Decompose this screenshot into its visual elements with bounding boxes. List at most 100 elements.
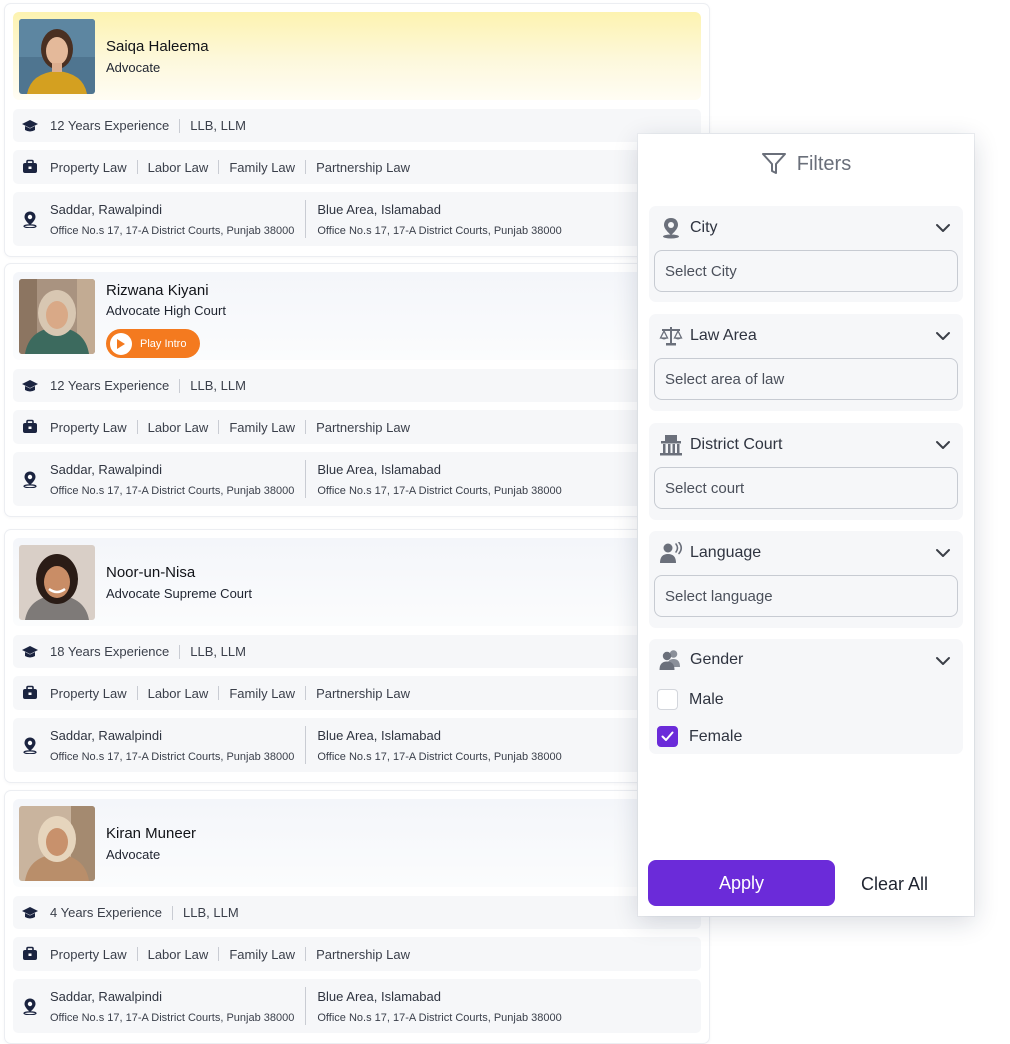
courthouse-icon (659, 433, 683, 457)
graduation-cap-icon (21, 117, 39, 135)
law-area: Family Law (229, 159, 296, 175)
law-area-select[interactable]: Select area of law (654, 358, 958, 400)
language-filter-label: Language (690, 544, 762, 561)
language-select[interactable]: Select language (654, 575, 958, 617)
male-checkbox[interactable] (657, 689, 678, 710)
district-court-filter-header[interactable]: District Court (649, 423, 963, 467)
office-location: Saddar, Rawalpindi Office No.s 17, 17-A D… (50, 728, 294, 763)
office-address: Office No.s 17, 17-A District Courts, Pu… (50, 484, 295, 497)
play-icon (110, 332, 132, 355)
divider (179, 644, 181, 659)
briefcase-icon (21, 684, 39, 702)
lawyer-card-header: Kiran Muneer Advocate (13, 799, 701, 887)
city-filter-header[interactable]: City (649, 206, 963, 250)
lawyer-role: Advocate (106, 847, 161, 862)
degrees-text: LLB, LLM (190, 118, 246, 133)
law-area-filter-header[interactable]: Law Area (649, 314, 963, 358)
filter-icon (761, 153, 786, 174)
lawyer-card[interactable]: Saiqa Haleema Advocate 12 Years Experien… (5, 4, 709, 256)
graduation-cap-icon (21, 643, 39, 661)
city-filter-label: City (690, 219, 718, 236)
office-address: Office No.s 17, 17-A District Courts, Pu… (317, 1011, 562, 1024)
lawyer-card[interactable]: Rizwana Kiyani Advocate High Court Play … (5, 264, 709, 516)
divider (305, 200, 307, 238)
clear-all-button[interactable]: Clear All (861, 874, 928, 895)
law-area: Labor Law (147, 419, 209, 435)
gender-filter-header[interactable]: Gender (649, 639, 963, 681)
experience-text: 12 Years Experience (50, 118, 170, 133)
location-pin-icon (21, 997, 39, 1015)
office-address: Office No.s 17, 17-A District Courts, Pu… (317, 484, 562, 497)
lawyer-card-header: Saiqa Haleema Advocate (13, 12, 701, 100)
lawyer-card-header: Noor-un-Nisa Advocate Supreme Court (13, 538, 701, 626)
divider (136, 160, 138, 174)
law-area: Partnership Law (316, 159, 411, 175)
city-select[interactable]: Select City (654, 250, 958, 292)
avatar (19, 806, 95, 881)
experience-text: 18 Years Experience (50, 644, 170, 659)
law-area: Property Law (50, 946, 127, 962)
play-intro-button[interactable]: Play Intro (106, 329, 200, 358)
lawyer-role: Advocate (106, 60, 161, 75)
district-court-filter-label: District Court (690, 436, 783, 453)
divider (136, 947, 138, 961)
office-location: Saddar, Rawalpindi Office No.s 17, 17-A D… (50, 202, 294, 237)
location-pin-icon (21, 470, 39, 488)
chevron-down-icon[interactable] (935, 545, 951, 563)
divider (305, 460, 307, 498)
divider (305, 686, 307, 700)
avatar (19, 545, 95, 620)
gender-option-male[interactable]: Male (649, 681, 963, 718)
office-city: Blue Area, Islamabad (317, 727, 441, 743)
lawyer-role: Advocate Supreme Court (106, 586, 252, 601)
office-city: Saddar, Rawalpindi (50, 461, 163, 477)
gender-option-female[interactable]: Female (649, 718, 963, 755)
divider (218, 686, 220, 700)
gender-option-label: Female (689, 727, 743, 745)
play-intro-label: Play Intro (140, 337, 187, 350)
lawyer-name[interactable]: Kiran Muneer (106, 825, 196, 842)
lawyer-card[interactable]: Kiran Muneer Advocate 4 Years Experience… (5, 791, 709, 1043)
city-filter: City Select City (649, 206, 963, 302)
female-checkbox[interactable] (657, 726, 678, 747)
law-area: Family Law (229, 419, 296, 435)
gender-filter-label: Gender (690, 651, 744, 668)
law-areas-row: Property Law Labor Law Family Law Partne… (13, 937, 701, 971)
lawyer-name[interactable]: Noor-un-Nisa (106, 564, 195, 581)
experience-row: 12 Years Experience LLB, LLM (13, 109, 701, 142)
office-address: Office No.s 17, 17-A District Courts, Pu… (50, 750, 295, 763)
lawyer-role: Advocate High Court (106, 303, 226, 318)
office-address: Office No.s 17, 17-A District Courts, Pu… (317, 224, 562, 237)
chevron-down-icon[interactable] (935, 437, 951, 455)
office-address: Office No.s 17, 17-A District Courts, Pu… (50, 224, 295, 237)
office-location: Saddar, Rawalpindi Office No.s 17, 17-A D… (50, 462, 294, 497)
briefcase-icon (21, 945, 39, 963)
location-pin-icon (659, 216, 683, 240)
apply-button[interactable]: Apply (648, 860, 835, 906)
chevron-down-icon[interactable] (935, 220, 951, 238)
chevron-down-icon[interactable] (935, 328, 951, 346)
district-court-select[interactable]: Select court (654, 467, 958, 509)
experience-row: 18 Years Experience LLB, LLM (13, 635, 701, 668)
gender-filter: Gender Male Female (649, 639, 963, 754)
office-location: Blue Area, Islamabad Office No.s 17, 17-A… (317, 989, 561, 1024)
office-location: Saddar, Rawalpindi Office No.s 17, 17-A D… (50, 989, 294, 1024)
office-city: Blue Area, Islamabad (317, 201, 441, 217)
avatar (19, 279, 95, 354)
lawyer-card[interactable]: Noor-un-Nisa Advocate Supreme Court 18 Y… (5, 530, 709, 782)
lawyer-name[interactable]: Rizwana Kiyani (106, 282, 209, 299)
filters-title-text: Filters (796, 152, 852, 175)
degrees-text: LLB, LLM (190, 644, 246, 659)
chevron-down-icon[interactable] (935, 653, 951, 671)
lawyer-name[interactable]: Saiqa Haleema (106, 38, 209, 55)
office-address: Office No.s 17, 17-A District Courts, Pu… (317, 750, 562, 763)
law-area: Family Law (229, 685, 296, 701)
divider (179, 118, 181, 133)
language-filter-header[interactable]: Language (649, 531, 963, 575)
divider (305, 726, 307, 764)
avatar (19, 19, 95, 94)
briefcase-icon (21, 418, 39, 436)
law-area: Property Law (50, 159, 127, 175)
locations-row: Saddar, Rawalpindi Office No.s 17, 17-A D… (13, 979, 701, 1033)
degrees-text: LLB, LLM (183, 905, 239, 920)
